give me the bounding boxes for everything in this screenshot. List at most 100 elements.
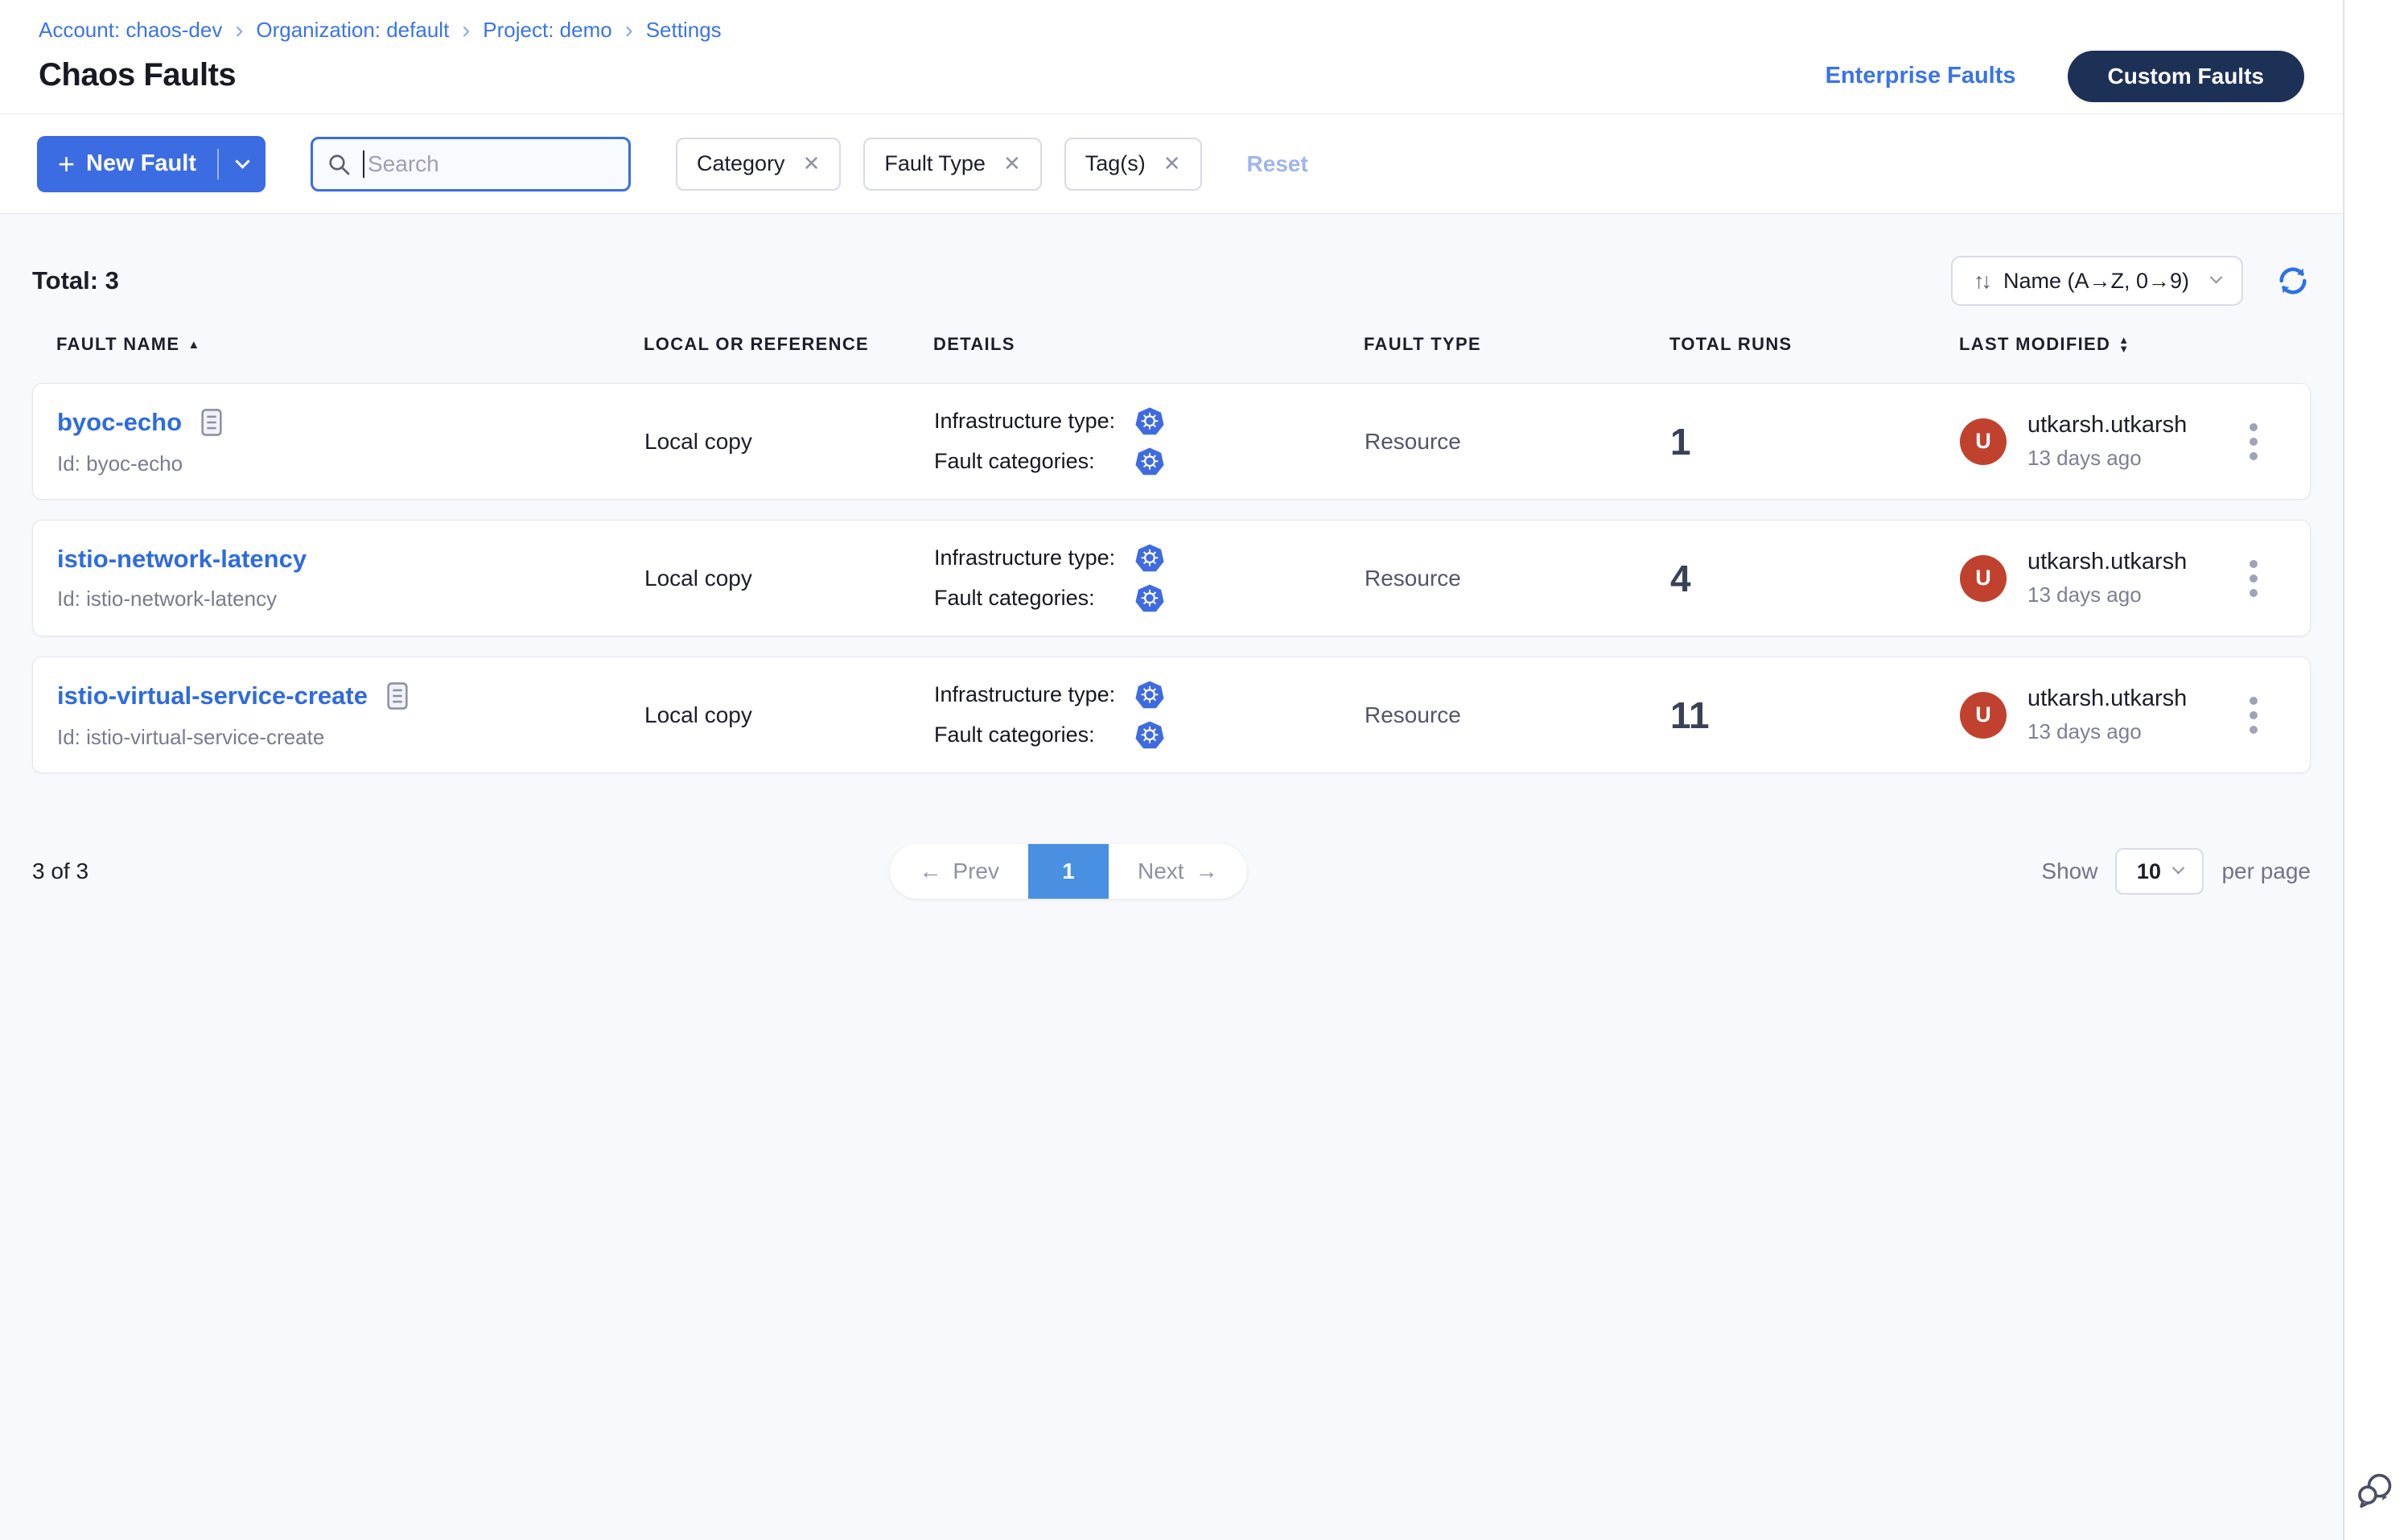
column-label: FAULT TYPE	[1364, 334, 1481, 355]
fault-type-cell: Resource	[1365, 702, 1670, 728]
sort-updown-icon: ▲▼	[2118, 336, 2130, 353]
fault-name-link[interactable]: istio-network-latency	[57, 545, 307, 574]
total-runs-cell: 1	[1670, 420, 1960, 463]
local-or-reference-cell: Local copy	[644, 566, 934, 591]
filter-chip-category[interactable]: Category ✕	[676, 138, 841, 191]
prev-page-button[interactable]: ← Prev	[890, 844, 1028, 899]
breadcrumb-settings[interactable]: Settings	[646, 18, 722, 43]
modified-time: 13 days ago	[2027, 446, 2187, 471]
table-row: byoc-echo Id: byoc-echo Local copy Infra	[32, 383, 2311, 500]
fault-categories-label: Fault categories:	[934, 723, 1135, 747]
details-cell: Infrastructure type: Fault categories:	[934, 544, 1365, 613]
new-fault-split-button: + New Fault	[37, 136, 266, 192]
pagination: 3 of 3 ← Prev 1 Next → Show 10	[32, 844, 2311, 899]
toolbar: + New Fault Category ✕	[0, 114, 2343, 214]
reset-filters-button[interactable]: Reset	[1247, 151, 1308, 177]
breadcrumb-project[interactable]: Project: demo	[483, 18, 611, 43]
modified-by: utkarsh.utkarsh	[2027, 686, 2187, 712]
sort-dropdown[interactable]: ↑↓ Name (A→Z, 0→9)	[1951, 256, 2243, 306]
column-header-fault-name[interactable]: FAULT NAME ▲	[56, 334, 644, 355]
last-modified-cell: U utkarsh.utkarsh 13 days ago	[1960, 549, 2221, 607]
details-cell: Infrastructure type: Fault categories:	[934, 407, 1365, 476]
fault-type-cell: Resource	[1365, 566, 1670, 591]
page-size-select[interactable]: 10	[2115, 848, 2204, 895]
arrow-right-icon: →	[1196, 859, 1218, 884]
page-1-button[interactable]: 1	[1028, 844, 1109, 899]
modified-by: utkarsh.utkarsh	[2027, 549, 2187, 575]
row-menu-button[interactable]	[2221, 415, 2286, 468]
filter-chip-fault-type[interactable]: Fault Type ✕	[863, 138, 1041, 191]
breadcrumb-account[interactable]: Account: chaos-dev	[39, 18, 222, 43]
chat-bubbles-icon	[2354, 1469, 2396, 1511]
column-header-last-modified[interactable]: LAST MODIFIED ▲▼	[1959, 334, 2222, 355]
custom-faults-button[interactable]: Custom Faults	[2068, 51, 2304, 102]
kubernetes-icon	[1135, 681, 1164, 710]
list-top-bar: Total: 3 ↑↓ Name (A→Z, 0→9)	[32, 256, 2311, 306]
infrastructure-type-label: Infrastructure type:	[934, 682, 1135, 707]
fault-name-cell: istio-virtual-service-create Id: istio-v…	[57, 680, 644, 750]
copy-icon[interactable]	[198, 406, 225, 439]
fault-name-cell: istio-network-latency Id: istio-network-…	[57, 545, 644, 611]
breadcrumb-separator-icon: ›	[235, 20, 243, 41]
chevron-down-icon	[2212, 274, 2221, 288]
infrastructure-type-label: Infrastructure type:	[934, 546, 1135, 570]
filter-chip-tags[interactable]: Tag(s) ✕	[1064, 138, 1202, 191]
total-runs-cell: 11	[1670, 694, 1960, 737]
column-header-local-or-reference: LOCAL OR REFERENCE	[644, 334, 933, 355]
next-page-button[interactable]: Next →	[1109, 844, 1247, 899]
kubernetes-icon	[1135, 721, 1164, 750]
fault-name-link[interactable]: byoc-echo	[57, 408, 182, 437]
avatar: U	[1960, 692, 2007, 739]
column-header-details: DETAILS	[933, 334, 1364, 355]
modified-time: 13 days ago	[2027, 583, 2187, 607]
modified-by: utkarsh.utkarsh	[2027, 412, 2187, 439]
enterprise-faults-link[interactable]: Enterprise Faults	[1826, 63, 2016, 89]
column-header-fault-type: FAULT TYPE	[1364, 334, 1669, 355]
row-menu-button[interactable]	[2221, 689, 2286, 742]
main-column: Account: chaos-dev › Organization: defau…	[0, 0, 2343, 1540]
page-title: Chaos Faults	[39, 57, 722, 93]
row-menu-button[interactable]	[2221, 552, 2286, 605]
local-or-reference-cell: Local copy	[644, 429, 934, 455]
plus-icon: +	[58, 150, 75, 179]
close-icon[interactable]: ✕	[1003, 151, 1021, 176]
search-box	[311, 137, 631, 191]
fault-id: Id: byoc-echo	[57, 451, 644, 476]
right-gutter	[2343, 0, 2404, 1540]
header-left: Account: chaos-dev › Organization: defau…	[39, 18, 722, 113]
page-size-group: Show 10 per page	[2041, 848, 2311, 895]
show-label: Show	[2041, 859, 2097, 884]
breadcrumb: Account: chaos-dev › Organization: defau…	[39, 18, 722, 43]
new-fault-button[interactable]: + New Fault	[37, 136, 217, 192]
copy-icon[interactable]	[384, 680, 411, 712]
last-modified-cell: U utkarsh.utkarsh 13 days ago	[1960, 412, 2221, 471]
chip-label: Category	[697, 151, 785, 176]
details-cell: Infrastructure type: Fault categories:	[934, 681, 1365, 750]
fault-type-cell: Resource	[1365, 429, 1670, 455]
close-icon[interactable]: ✕	[803, 151, 821, 176]
close-icon[interactable]: ✕	[1163, 151, 1181, 176]
fault-name-link[interactable]: istio-virtual-service-create	[57, 681, 368, 710]
refresh-button[interactable]	[2275, 263, 2311, 299]
breadcrumb-organization[interactable]: Organization: default	[256, 18, 449, 43]
app-root: Account: chaos-dev › Organization: defau…	[0, 0, 2404, 1540]
table-row: istio-network-latency Id: istio-network-…	[32, 520, 2311, 636]
local-or-reference-cell: Local copy	[644, 702, 934, 728]
column-label: FAULT NAME	[56, 334, 179, 355]
column-header-total-runs: TOTAL RUNS	[1669, 334, 1959, 355]
page-header: Account: chaos-dev › Organization: defau…	[0, 0, 2343, 114]
total-runs-cell: 4	[1670, 557, 1960, 600]
last-modified-cell: U utkarsh.utkarsh 13 days ago	[1960, 686, 2221, 744]
header-actions: Enterprise Faults Custom Faults	[1826, 18, 2304, 113]
pager: ← Prev 1 Next →	[890, 844, 1246, 899]
search-input[interactable]	[368, 151, 601, 177]
sort-group: ↑↓ Name (A→Z, 0→9)	[1951, 256, 2311, 306]
modified-time: 13 days ago	[2027, 719, 2187, 744]
column-label: TOTAL RUNS	[1669, 334, 1793, 355]
kubernetes-icon	[1135, 447, 1164, 476]
new-fault-dropdown-button[interactable]	[219, 136, 266, 192]
chip-label: Tag(s)	[1085, 151, 1146, 176]
filter-chips: Category ✕ Fault Type ✕ Tag(s) ✕	[676, 138, 1202, 191]
help-chat-button[interactable]	[2354, 1469, 2396, 1511]
new-fault-label: New Fault	[86, 150, 196, 177]
